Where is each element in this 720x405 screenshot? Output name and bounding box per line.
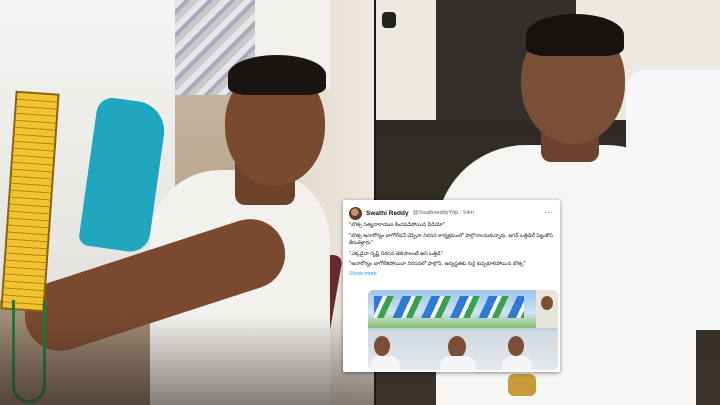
- tweet-line: "బొత్స అనారోగ్యం బాగోలేదనే చెప్పినా నిరస…: [349, 232, 553, 247]
- crowd-photo: [368, 330, 558, 370]
- tweet-card[interactable]: Swathi Reddy @SwathireddyYdp · 54m ··· "…: [343, 200, 560, 372]
- bystander-watch: [382, 12, 396, 28]
- tweet-media[interactable]: [368, 290, 558, 370]
- face: [508, 336, 524, 356]
- gold-watch: [508, 374, 536, 396]
- tweet-text: "బొత్స సత్యనారాయణ కిందపడిపోయిన వీడియో" "…: [349, 222, 554, 269]
- floor-shadow: [0, 315, 374, 405]
- party-flags: [374, 296, 524, 318]
- face: [448, 336, 466, 358]
- handle-and-time: @SwathireddyYdp · 54m: [412, 210, 474, 216]
- face: [374, 336, 390, 356]
- rally-photo: [368, 290, 536, 328]
- shirt: [502, 356, 532, 370]
- more-options-icon[interactable]: ···: [544, 209, 554, 217]
- portrait-thumbnail: [536, 290, 558, 328]
- tweet-line: "అనారోగ్యం బాగోలేకపోయినా నిరసనలో పాల్గొన…: [349, 261, 526, 268]
- shirt: [440, 356, 476, 370]
- hair: [526, 14, 624, 56]
- tweet-header: Swathi Reddy @SwathireddyYdp · 54m ···: [349, 205, 554, 221]
- show-more-link[interactable]: Show more: [349, 271, 554, 277]
- display-name[interactable]: Swathi Reddy: [366, 210, 409, 217]
- avatar[interactable]: [349, 206, 362, 220]
- shirt: [370, 356, 400, 370]
- tweet-line: "బొత్స సత్యనారాయణ కిందపడిపోయిన వీడియో": [349, 222, 446, 228]
- left-photo: [0, 0, 374, 405]
- tweet-line: "ఎక్కడైనా సృష్టి నిరసన తెలిపాలంటే అని ఒత…: [349, 250, 443, 257]
- hair: [228, 55, 326, 95]
